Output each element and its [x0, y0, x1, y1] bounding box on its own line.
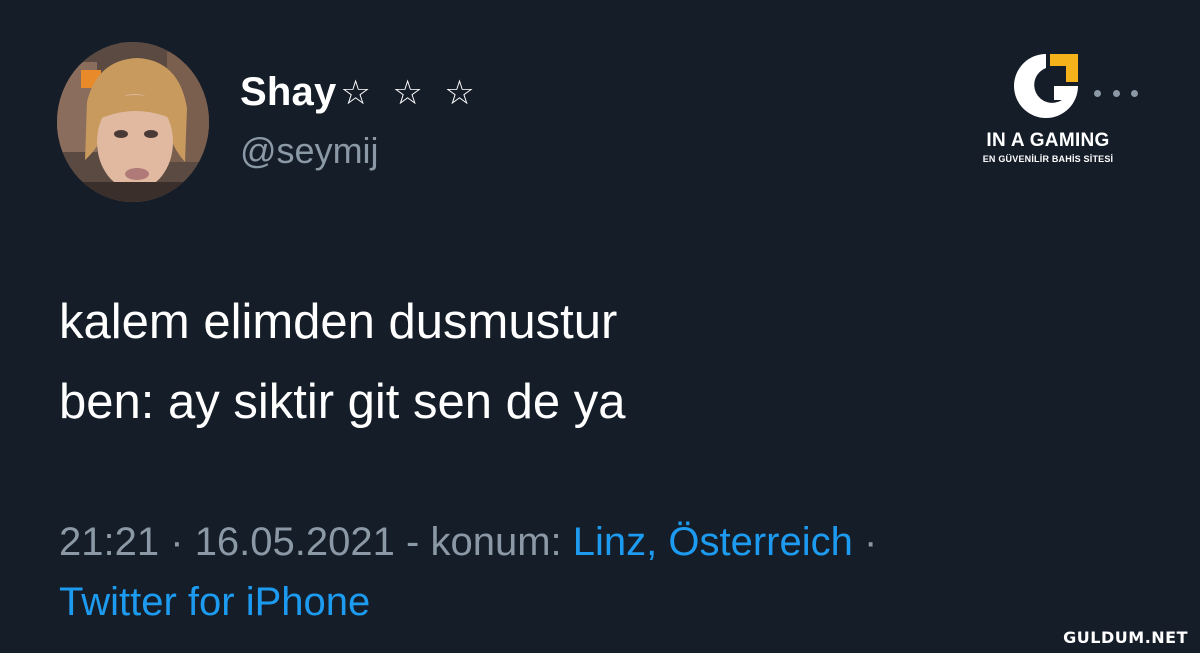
name-stars: ☆ ☆ ☆	[340, 73, 481, 112]
tweet-meta: 21:21 · 16.05.2021 - konum: Linz, Österr…	[59, 512, 877, 632]
meta-line-1: 21:21 · 16.05.2021 - konum: Linz, Österr…	[59, 512, 877, 572]
brand-title: IN A GAMING	[986, 130, 1110, 151]
watermark: GULDUM.NET	[1063, 628, 1188, 647]
avatar[interactable]	[57, 42, 209, 202]
avatar-photo	[57, 42, 209, 202]
tweet-card: Shay ☆ ☆ ☆ @seymij IN A GAMING EN GÜVENİL…	[0, 0, 1200, 653]
location-link[interactable]: Linz, Österreich	[573, 520, 853, 564]
brand-subtitle: EN GÜVENİLİR BAHİS SİTESİ	[982, 154, 1114, 164]
display-name-text: Shay	[240, 70, 337, 114]
more-options-button[interactable]	[1094, 82, 1138, 104]
author-handle[interactable]: @seymij	[240, 130, 379, 172]
tweet-line: kalem elimden dusmustur	[59, 295, 618, 349]
tweet-date[interactable]: 16.05.2021	[195, 520, 395, 564]
more-dot-icon	[1112, 89, 1120, 97]
more-dot-icon	[1131, 89, 1138, 97]
meta-separator: ·	[863, 520, 878, 564]
author-display-name[interactable]: Shay ☆ ☆ ☆	[240, 70, 481, 115]
brand-overlay: IN A GAMING EN GÜVENİLİR BAHİS SİTESİ	[966, 50, 1130, 180]
meta-separator: ·	[170, 520, 184, 564]
tweet-line: ben: ay siktir git sen de ya	[59, 375, 626, 429]
source-link[interactable]: Twitter for iPhone	[59, 580, 370, 624]
tweet-time[interactable]: 21:21	[59, 520, 159, 564]
tweet-text: kalem elimden dusmustur ben: ay siktir g…	[59, 282, 626, 442]
brand-logo-icon	[1014, 54, 1078, 118]
more-dot-icon	[1094, 89, 1101, 97]
meta-line-2: Twitter for iPhone	[59, 572, 877, 632]
location-prefix: - konum:	[406, 520, 562, 564]
